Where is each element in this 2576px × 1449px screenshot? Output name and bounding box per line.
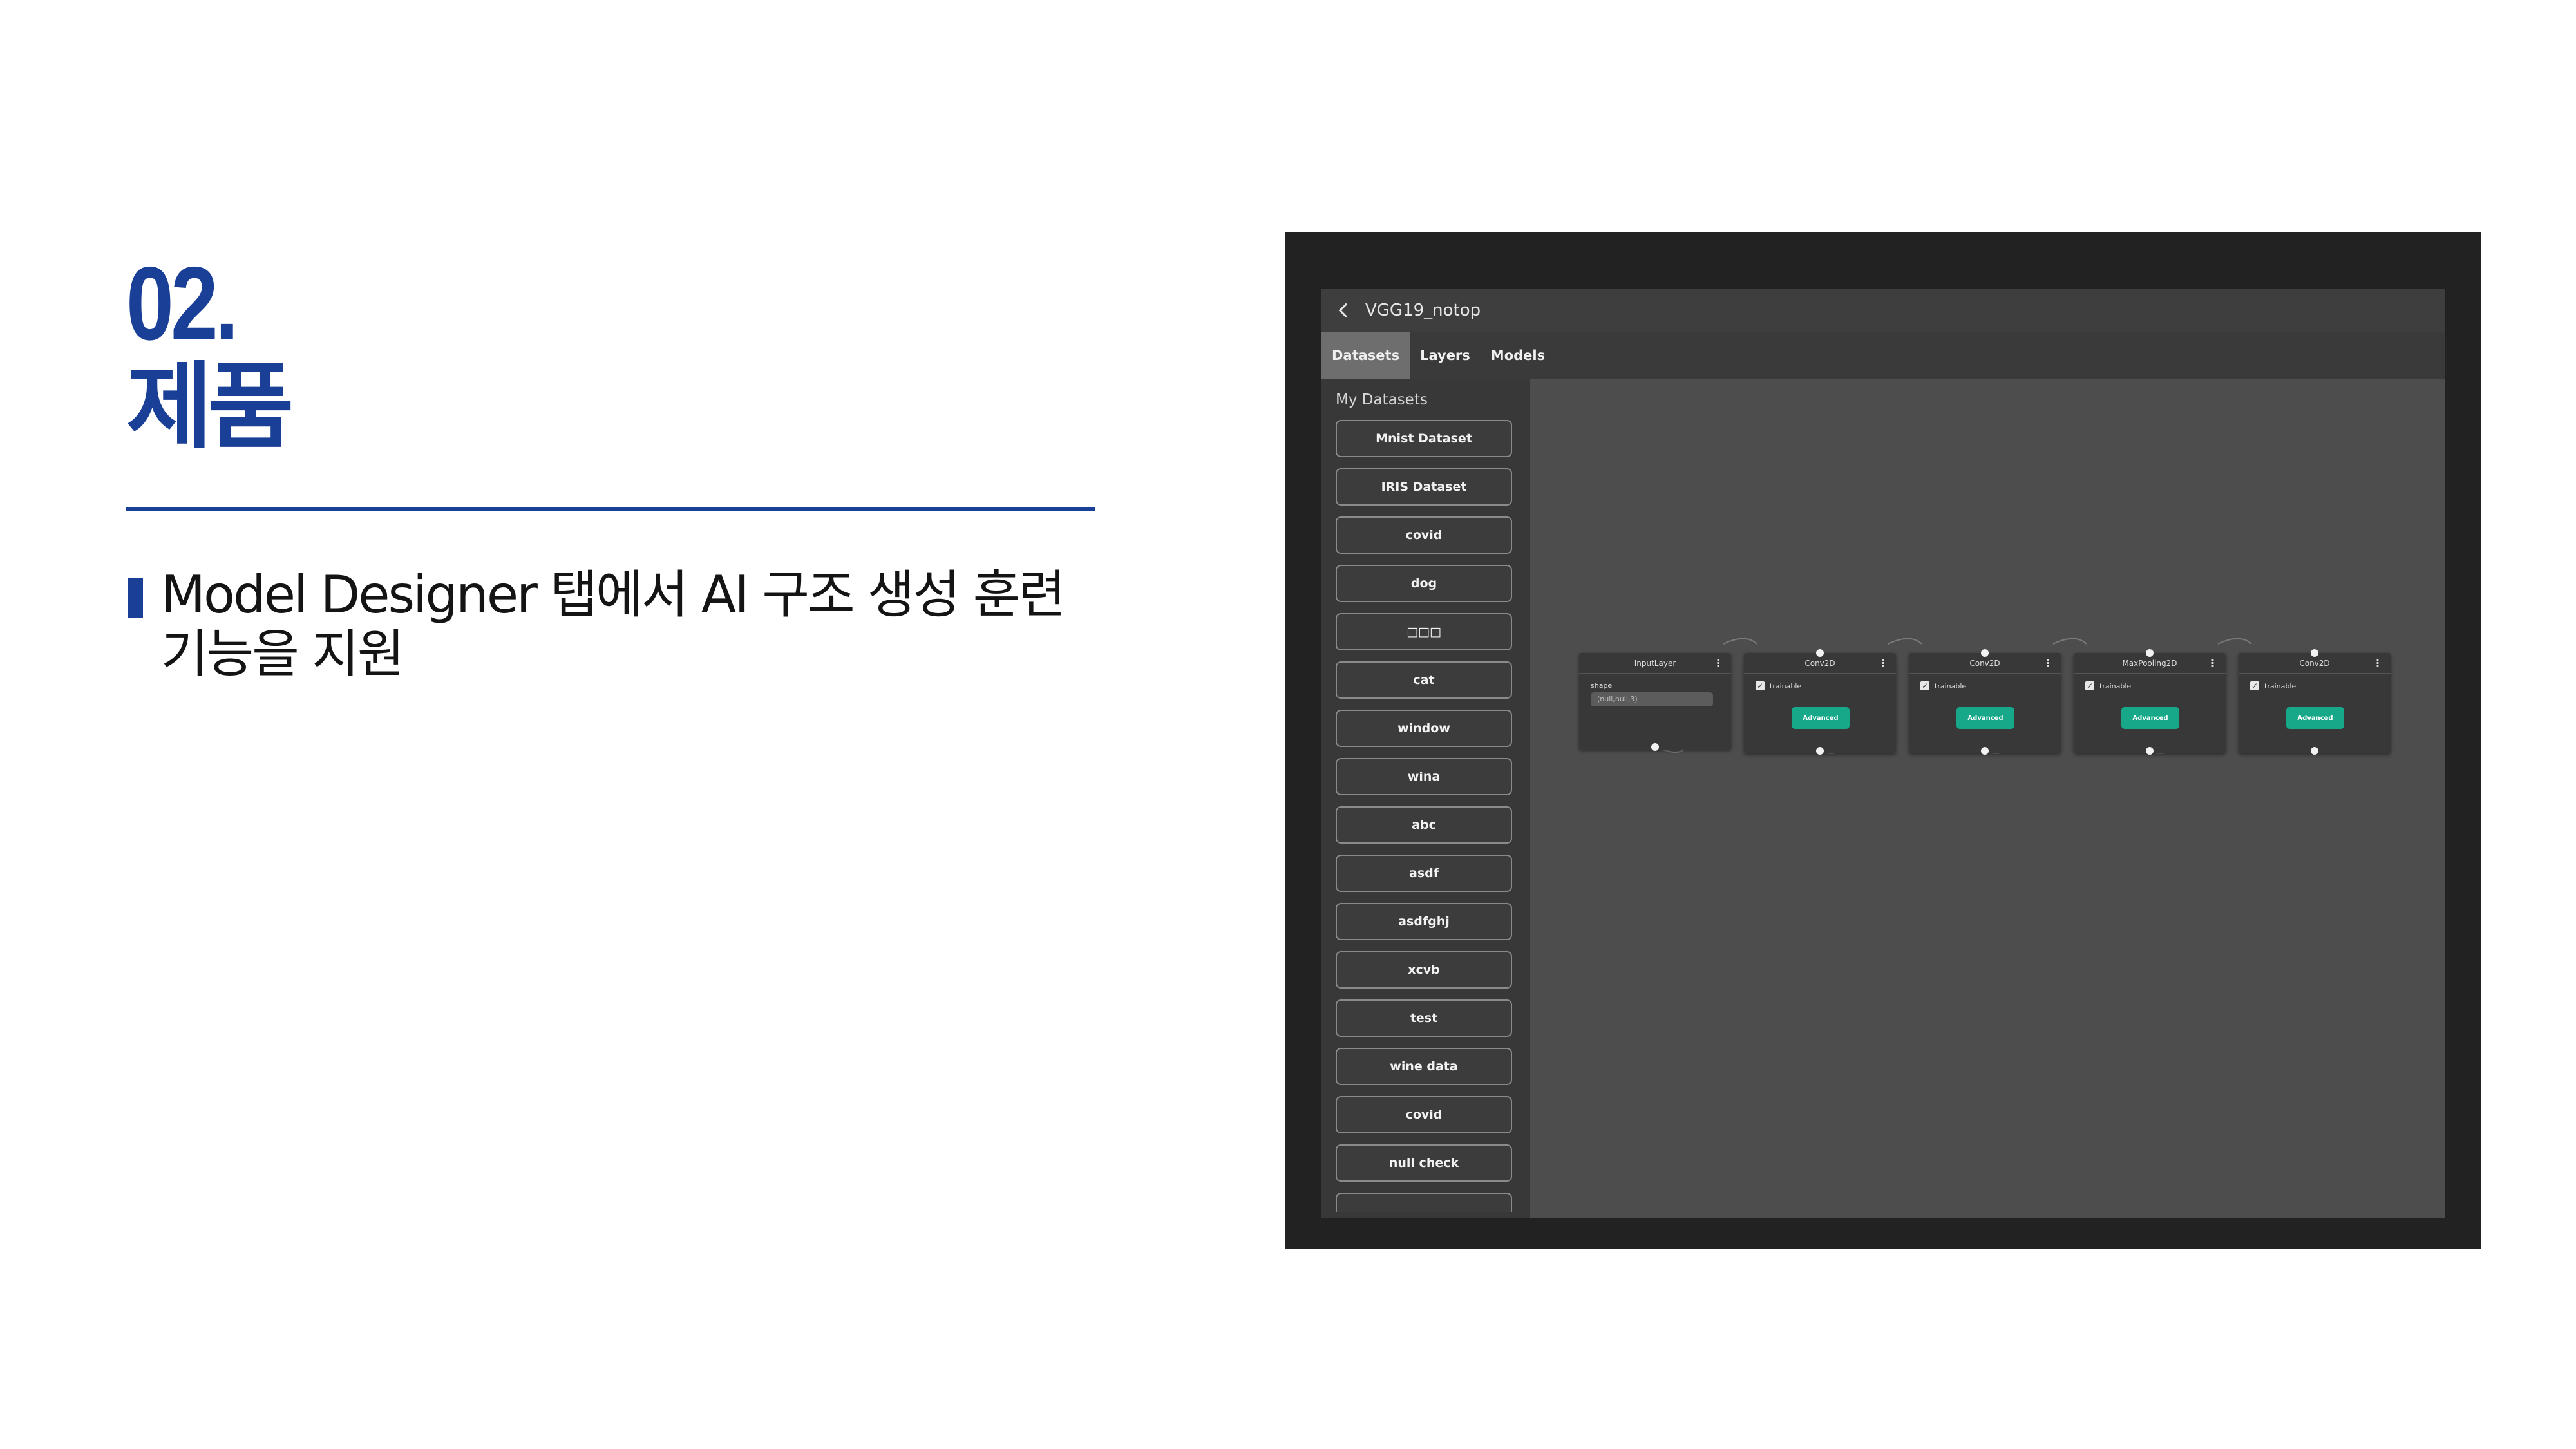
more-vertical-icon[interactable]: ⋮ [2208,658,2218,668]
node-title: Conv2D [1804,658,1835,668]
node-body: ✓ trainable Advanced [1744,674,1896,750]
dataset-button-mnist[interactable]: Mnist Dataset [1336,420,1512,457]
chevron-left-icon[interactable] [1338,303,1354,318]
dataset-button-asdf[interactable]: asdf [1336,855,1512,892]
trainable-label: trainable [2264,681,2297,690]
bullet-text: Model Designer 탭에서 AI 구조 생성 훈련 기능을 지원 [161,565,1127,684]
output-port[interactable] [1651,743,1659,751]
trainable-checkbox[interactable]: ✓ [2250,681,2259,690]
advanced-button[interactable]: Advanced [2121,707,2179,729]
output-port[interactable] [2146,747,2154,755]
dataset-button-window[interactable]: window [1336,710,1512,747]
node-header: MaxPooling2D ⋮ [2074,653,2226,674]
advanced-button[interactable]: Advanced [1956,707,2014,729]
trainable-row: ✓ trainable [2250,681,2379,690]
node-body: shape (null,null,3) [1579,674,1731,750]
dataset-button-null-check[interactable]: null check [1336,1144,1512,1182]
more-vertical-icon[interactable]: ⋮ [2043,658,2053,668]
node-title: Conv2D [1969,658,2000,668]
dataset-button-iris[interactable]: IRIS Dataset [1336,468,1512,506]
node-title: MaxPooling2D [2122,658,2177,668]
trainable-label: trainable [2099,681,2132,690]
trainable-checkbox[interactable]: ✓ [1756,681,1765,690]
more-vertical-icon[interactable]: ⋮ [2372,658,2383,668]
project-title: VGG19_notop [1365,301,1481,320]
trainable-row: ✓ trainable [1920,681,2049,690]
output-port[interactable] [2311,747,2318,755]
model-designer-window: VGG19_notop Datasets Layers Models My Da… [1321,289,2445,1218]
tab-datasets[interactable]: Datasets [1321,332,1410,379]
output-port[interactable] [1981,747,1989,755]
layer-connections [1654,638,2252,754]
tab-bar: Datasets Layers Models [1321,332,2445,379]
trainable-checkbox[interactable]: ✓ [2085,681,2094,690]
dataset-button-covid-2[interactable]: covid [1336,1096,1512,1133]
bullet-line-1: Model Designer 탭에서 AI 구조 생성 훈련 [161,565,1066,625]
slide-title: 제품 [126,352,294,462]
dataset-button-abc[interactable]: abc [1336,806,1512,844]
dataset-button-cat[interactable]: cat [1336,661,1512,699]
layer-node-conv2d-2[interactable]: Conv2D ⋮ ✓ trainable Advanced [1909,649,2061,755]
dataset-button-clipped[interactable] [1336,1193,1512,1212]
node-header: Conv2D ⋮ [2239,653,2391,674]
dataset-button-wine-data[interactable]: wine data [1336,1048,1512,1085]
datasets-sidebar: My Datasets Mnist Dataset IRIS Dataset c… [1321,379,1530,1218]
slide-number: 02. [126,245,239,362]
connection-edge [2052,638,2087,645]
node-header: InputLayer ⋮ [1579,653,1731,674]
dataset-button-covid[interactable]: covid [1336,516,1512,554]
topbar: VGG19_notop [1321,289,2445,332]
bullet-line-2: 기능을 지원 [161,624,404,684]
layer-node-conv2d-1[interactable]: Conv2D ⋮ ✓ trainable Advanced [1744,649,1896,755]
node-body: ✓ trainable Advanced [1909,674,2061,750]
title-divider [126,507,1095,511]
layer-node-maxpooling2d[interactable]: MaxPooling2D ⋮ ✓ trainable Advanced [2074,649,2226,755]
dataset-button-test[interactable]: test [1336,999,1512,1037]
connection-edge [2217,638,2252,645]
bullet-marker [128,578,143,618]
node-title: InputLayer [1634,658,1676,668]
node-body: ✓ trainable Advanced [2074,674,2226,750]
node-header: Conv2D ⋮ [1909,653,2061,674]
model-canvas[interactable]: InputLayer ⋮ shape (null,null,3) Conv2D … [1530,379,2445,1218]
dataset-button-dog[interactable]: dog [1336,565,1512,602]
output-port[interactable] [1816,747,1824,755]
node-title: Conv2D [2299,658,2330,668]
connection-edge [1723,638,1757,645]
trainable-label: trainable [1935,681,1967,690]
dataset-button-wina[interactable]: wina [1336,758,1512,795]
dataset-button-xcvb[interactable]: xcvb [1336,951,1512,989]
trainable-label: trainable [1770,681,1802,690]
tab-models[interactable]: Models [1481,332,1555,379]
shape-input[interactable]: (null,null,3) [1591,692,1713,706]
tab-layers[interactable]: Layers [1410,332,1481,379]
more-vertical-icon[interactable]: ⋮ [1713,658,1723,668]
shape-label: shape [1591,681,1613,690]
connection-edge [1888,638,1922,645]
node-body: ✓ trainable Advanced [2239,674,2391,750]
dataset-list: Mnist Dataset IRIS Dataset covid dog □□□… [1321,420,1530,1218]
node-header: Conv2D ⋮ [1744,653,1896,674]
trainable-row: ✓ trainable [2085,681,2214,690]
dataset-button-asdfghj[interactable]: asdfghj [1336,903,1512,940]
app-screenshot-frame: VGG19_notop Datasets Layers Models My Da… [1285,232,2481,1249]
advanced-button[interactable]: Advanced [1792,707,1850,729]
layer-node-input[interactable]: InputLayer ⋮ shape (null,null,3) [1579,653,1731,751]
trainable-row: ✓ trainable [1756,681,1884,690]
layer-node-conv2d-3[interactable]: Conv2D ⋮ ✓ trainable Advanced [2239,649,2391,755]
more-vertical-icon[interactable]: ⋮ [1878,658,1888,668]
sidebar-heading: My Datasets [1336,392,1428,408]
dataset-button-unnamed[interactable]: □□□ [1336,613,1512,650]
trainable-checkbox[interactable]: ✓ [1920,681,1929,690]
advanced-button[interactable]: Advanced [2286,707,2344,729]
